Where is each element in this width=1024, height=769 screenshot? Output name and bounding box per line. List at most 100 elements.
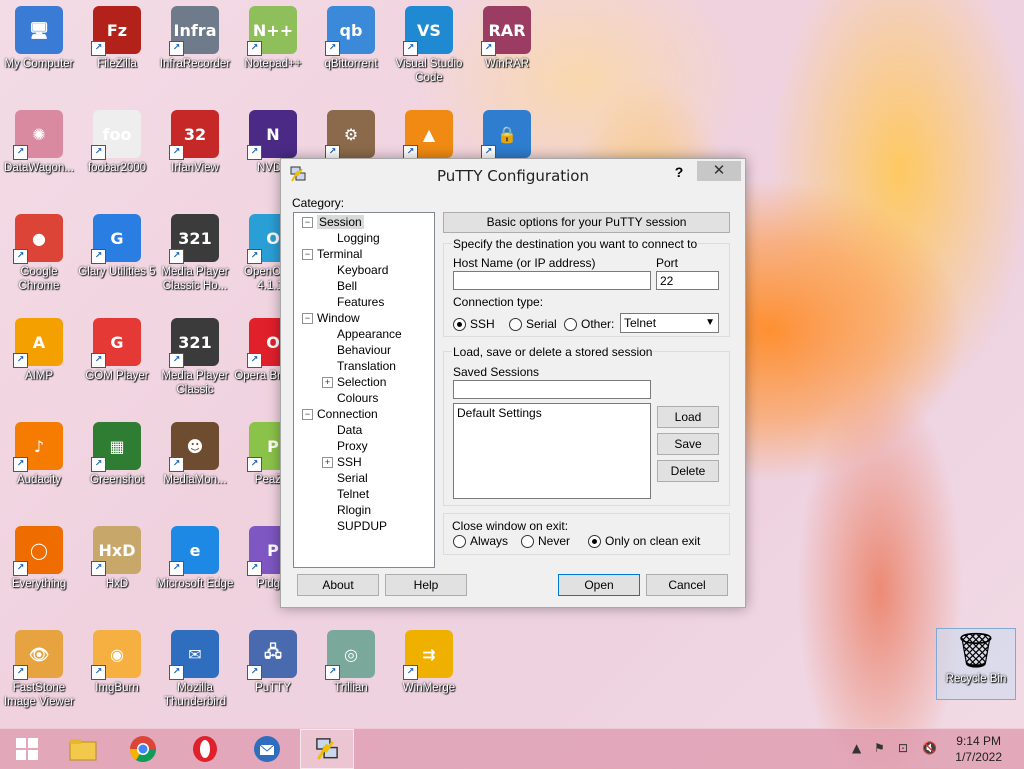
tree-item-supdup[interactable]: SUPDUP [322, 518, 387, 534]
desktop-icon-infrarecorder[interactable]: Infra ↗ InfraRecorder [156, 6, 234, 71]
expand-icon[interactable]: + [322, 377, 333, 389]
desktop-icon-media-player-classic[interactable]: 321 ↗ Media Player Classic [156, 318, 234, 397]
taskbar-putty[interactable] [300, 729, 354, 769]
radio-only-clean-exit[interactable]: Only on clean exit [588, 533, 700, 549]
other-protocol-select[interactable]: Telnet ▼ [620, 313, 719, 333]
title-bar[interactable]: PuTTY Configuration ? ✕ [281, 159, 745, 189]
network-icon[interactable]: ⊡ [898, 741, 908, 755]
desktop-icon-winmerge[interactable]: ⇉ ↗ WinMerge [390, 630, 468, 695]
desktop-icon-media-player-classic-ho[interactable]: 321 ↗ Media Player Classic Ho... [156, 214, 234, 293]
session-item-default[interactable]: Default Settings [457, 406, 647, 420]
collapse-icon[interactable]: − [302, 313, 313, 325]
tree-item-connection[interactable]: − Connection [302, 406, 378, 422]
tree-item-features[interactable]: Features [322, 294, 384, 310]
taskbar-thunderbird[interactable] [240, 729, 294, 769]
radio-never[interactable]: Never [521, 533, 570, 549]
radio-other[interactable]: Other: [564, 316, 614, 332]
taskbar-chrome[interactable] [116, 729, 170, 769]
shortcut-arrow-icon: ↗ [91, 249, 106, 264]
desktop-icon-filezilla[interactable]: Fz ↗ FileZilla [78, 6, 156, 71]
tree-item-telnet[interactable]: Telnet [322, 486, 369, 502]
sessions-list[interactable]: Default Settings [453, 403, 651, 499]
collapse-icon[interactable]: − [302, 249, 313, 261]
expand-icon[interactable]: + [322, 457, 333, 469]
help-icon[interactable]: ? [669, 164, 689, 180]
saved-sessions-input[interactable] [453, 380, 651, 399]
tree-item-proxy[interactable]: Proxy [322, 438, 368, 454]
save-button[interactable]: Save [657, 433, 719, 455]
desktop-icon-notepad[interactable]: N++ ↗ Notepad++ [234, 6, 312, 71]
desktop-icon-glary-utilities-5[interactable]: G ↗ Glary Utilities 5 [78, 214, 156, 279]
desktop-icon-faststone-image-viewer[interactable]: 👁 ↗ FastStone Image Viewer [0, 630, 78, 709]
desktop-icon-qbittorrent[interactable]: qb ↗ qBittorrent [312, 6, 390, 71]
tree-item-appearance[interactable]: Appearance [322, 326, 402, 342]
desktop-icon-datawagon[interactable]: ✺ ↗ DataWagon... [0, 110, 78, 175]
taskbar-opera[interactable] [178, 729, 232, 769]
desktop-icon-microsoft-edge[interactable]: e ↗ Microsoft Edge [156, 526, 234, 591]
help-button[interactable]: Help [385, 574, 467, 596]
desktop-icon-hxd[interactable]: HxD ↗ HxD [78, 526, 156, 591]
show-hidden-icons-icon[interactable]: ▲ [852, 741, 861, 755]
radio-always[interactable]: Always [453, 533, 508, 549]
desktop-icon-irfanview[interactable]: 32 ↗ IrfanView [156, 110, 234, 175]
radio-serial[interactable]: Serial [509, 316, 557, 332]
collapse-icon[interactable]: − [302, 217, 313, 229]
tree-item-session[interactable]: − Session [302, 214, 364, 230]
desktop-icon-my-computer[interactable]: 🖥 My Computer [0, 6, 78, 71]
folder-icon [69, 739, 97, 761]
desktop-icon-label: Greenshot [90, 474, 144, 486]
delete-button[interactable]: Delete [657, 460, 719, 482]
desktop-icon-trillian[interactable]: ◎ ↗ Trillian [312, 630, 390, 695]
tree-item-behaviour[interactable]: Behaviour [322, 342, 391, 358]
tree-item-selection[interactable]: + Selection [322, 374, 386, 390]
irfanview-glyph: 32 [183, 124, 207, 144]
desktop-icon-icon-12[interactable]: ▲ ↗ [390, 110, 468, 161]
port-input[interactable]: 22 [656, 271, 719, 290]
desktop-icon-everything[interactable]: ◯ ↗ Everything [0, 526, 78, 591]
about-button[interactable]: About [297, 574, 379, 596]
desktop-icon-label: FileZilla [97, 58, 137, 70]
tree-item-translation[interactable]: Translation [322, 358, 396, 374]
desktop-icon-imgburn[interactable]: ◉ ↗ ImgBurn [78, 630, 156, 695]
action-center-flag-icon[interactable]: ⚑ [874, 741, 885, 755]
open-button[interactable]: Open [558, 574, 640, 596]
collapse-icon[interactable]: − [302, 409, 313, 421]
clock[interactable]: 9:14 PM 1/7/2022 [955, 733, 1002, 765]
recycle-bin-icon[interactable]: 🗑 Recycle Bin [936, 628, 1016, 700]
tree-item-keyboard[interactable]: Keyboard [322, 262, 388, 278]
tree-item-data[interactable]: Data [322, 422, 362, 438]
category-tree[interactable]: − Session Logging − Terminal Keyboard Bell Feat… [293, 212, 435, 568]
desktop-icon-winrar[interactable]: RAR ↗ WinRAR [468, 6, 546, 71]
taskbar-file-explorer[interactable] [56, 729, 110, 769]
desktop-icon-aimp[interactable]: A ↗ AIMP [0, 318, 78, 383]
tree-item-rlogin[interactable]: Rlogin [322, 502, 371, 518]
desktop-icon-foobar2000[interactable]: foo ↗ foobar2000 [78, 110, 156, 175]
tree-item-serial[interactable]: Serial [322, 470, 368, 486]
desktop-icon-mozilla-thunderbird[interactable]: ✉ ↗ Mozilla Thunderbird [156, 630, 234, 709]
tree-item-bell[interactable]: Bell [322, 278, 357, 294]
load-button[interactable]: Load [657, 406, 719, 428]
host-name-label: Host Name (or IP address) [453, 256, 596, 270]
notepad-glyph: N++ [252, 20, 294, 40]
desktop-icon-gom-player[interactable]: G ↗ GOM Player [78, 318, 156, 383]
desktop-icon-greenshot[interactable]: ▦ ↗ Greenshot [78, 422, 156, 487]
tree-item-window[interactable]: − Window [302, 310, 360, 326]
desktop-icon-visual-studio-code[interactable]: VS ↗ Visual Studio Code [390, 6, 468, 85]
desktop-icon-putty[interactable]: 🖧 ↗ PuTTY [234, 630, 312, 695]
desktop-icon-google-chrome[interactable]: ● ↗ Google Chrome [0, 214, 78, 293]
desktop-icon-mediamon[interactable]: ☻ ↗ MediaMon... [156, 422, 234, 487]
desktop-icon-icon-13[interactable]: 🔒 ↗ [468, 110, 546, 161]
desktop-icon-audacity[interactable]: ♪ ↗ Audacity [0, 422, 78, 487]
tree-item-colours[interactable]: Colours [322, 390, 378, 406]
volume-muted-icon[interactable]: 🔇 [922, 741, 937, 755]
start-button[interactable] [0, 729, 54, 769]
desktop-icon-icon-11[interactable]: ⚙ ↗ [312, 110, 390, 161]
tree-item-terminal[interactable]: − Terminal [302, 246, 362, 262]
radio-ssh[interactable]: SSH [453, 316, 495, 332]
tree-item-logging[interactable]: Logging [322, 230, 380, 246]
tree-item-ssh[interactable]: + SSH [322, 454, 362, 470]
close-button[interactable]: ✕ [697, 161, 741, 181]
cancel-button[interactable]: Cancel [646, 574, 728, 596]
host-name-input[interactable] [453, 271, 651, 290]
putty-configuration-window: PuTTY Configuration ? ✕ Category: − Sessi… [280, 158, 746, 608]
